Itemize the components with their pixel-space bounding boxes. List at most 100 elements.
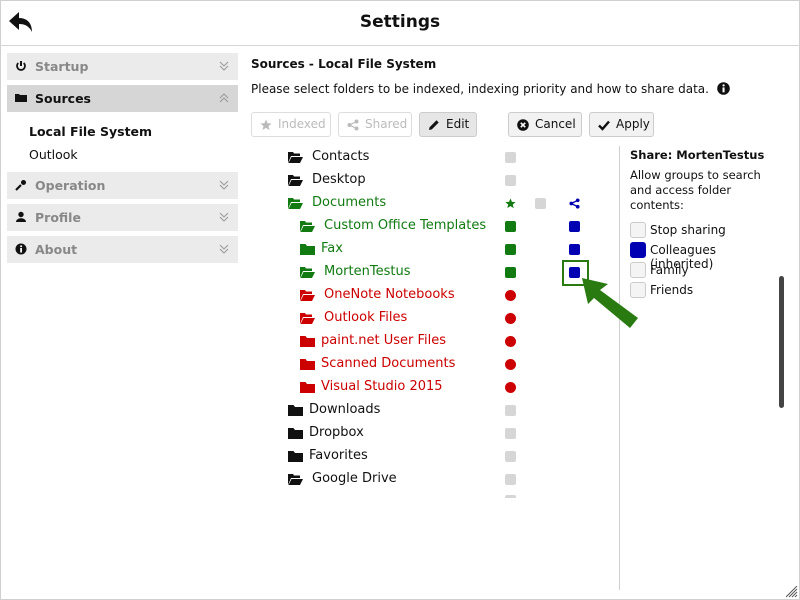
index-toggle[interactable] <box>505 152 516 163</box>
index-toggle[interactable] <box>505 221 516 232</box>
sidebar-item-label: Sources <box>35 91 91 106</box>
share-panel: Share: MortenTestus Allow groups to sear… <box>630 148 780 301</box>
folder-name[interactable]: Custom Office Templates <box>324 218 486 233</box>
folder-name[interactable]: Visual Studio 2015 <box>321 379 443 394</box>
share-options: Stop sharing Colleagues (inherited) Fami… <box>630 221 780 301</box>
folder-icon <box>300 244 315 255</box>
star-icon[interactable] <box>505 198 516 209</box>
folder-row[interactable]: Favorites <box>280 445 610 468</box>
share-toggle[interactable] <box>569 244 580 255</box>
index-toggle[interactable] <box>505 313 516 324</box>
folder-open-icon <box>300 221 315 232</box>
share-option-friends[interactable]: Friends <box>630 281 780 301</box>
folder-name[interactable]: MortenTestus <box>324 264 410 279</box>
folder-row[interactable]: Scanned Documents <box>280 353 610 376</box>
index-toggle[interactable] <box>505 495 516 498</box>
folder-row[interactable]: Documents <box>280 192 610 215</box>
share-option-family[interactable]: Family <box>630 261 780 281</box>
index-toggle[interactable] <box>505 336 516 347</box>
star-icon <box>260 119 272 130</box>
chevron-double-up-icon <box>219 93 229 103</box>
scrollbar-thumb[interactable] <box>779 276 784 408</box>
folder-name[interactable]: Dropbox <box>309 425 364 440</box>
folder-icon <box>15 94 27 102</box>
index-toggle[interactable] <box>505 244 516 255</box>
folder-name[interactable]: paint.net User Files <box>321 333 446 348</box>
folder-name[interactable]: Downloads <box>309 402 380 417</box>
index-toggle[interactable] <box>505 267 516 278</box>
folder-name[interactable]: Scanned Documents <box>321 356 455 371</box>
index-toggle[interactable] <box>505 474 516 485</box>
description-text: Please select folders to be indexed, ind… <box>251 82 709 96</box>
cancel-circle-icon <box>517 119 529 131</box>
folder-name[interactable]: Contacts <box>312 149 369 164</box>
cancel-button[interactable]: Cancel <box>508 112 582 137</box>
index-toggle[interactable] <box>505 359 516 370</box>
folder-row[interactable]: Google Drive <box>280 468 610 491</box>
folder-row[interactable]: Outlook Files <box>280 307 610 330</box>
folder-name[interactable]: Fax <box>321 241 343 256</box>
folder-open-icon <box>288 198 303 209</box>
sidebar-item-startup[interactable]: Startup <box>7 53 238 80</box>
sidebar-item-about[interactable]: About <box>7 236 238 263</box>
cancel-label: Cancel <box>535 117 576 131</box>
folder-row[interactable]: Custom Office Templates <box>280 215 610 238</box>
share-icon[interactable] <box>569 198 580 209</box>
section-description: Please select folders to be indexed, ind… <box>251 82 730 96</box>
sidebar-subitem-outlook[interactable]: Outlook <box>29 143 238 166</box>
folder-row[interactable]: Fax <box>280 238 610 261</box>
checkbox[interactable] <box>630 222 646 238</box>
folder-name[interactable]: Favorites <box>309 448 368 463</box>
folder-row[interactable]: Contacts <box>280 146 610 169</box>
chevron-double-down-icon <box>219 180 229 190</box>
index-toggle[interactable] <box>505 405 516 416</box>
edit-label: Edit <box>446 117 470 131</box>
folder-open-icon <box>300 313 315 324</box>
checkbox[interactable] <box>630 242 646 258</box>
folder-row[interactable]: paint.net User Files <box>280 330 610 353</box>
resize-grip-icon[interactable] <box>786 586 798 598</box>
index-toggle[interactable] <box>505 451 516 462</box>
sidebar-item-profile[interactable]: Profile <box>7 204 238 231</box>
folder-open-icon <box>300 267 315 278</box>
power-icon <box>16 61 26 71</box>
index-toggle[interactable] <box>505 382 516 393</box>
folder-name[interactable]: Documents <box>312 195 386 210</box>
sidebar-item-label: Operation <box>35 178 106 193</box>
index-toggle[interactable] <box>505 290 516 301</box>
folder-row[interactable]: Visual Studio 2015 <box>280 376 610 399</box>
share-panel-description: Allow groups to search and access folder… <box>630 168 761 212</box>
sidebar: Startup Sources Local File System Outloo… <box>7 53 238 268</box>
folder-row[interactable]: MortenTestus <box>280 261 610 284</box>
folder-row[interactable]: OneNote Notebooks <box>280 284 610 307</box>
folder-icon <box>288 405 303 416</box>
apply-button[interactable]: Apply <box>589 112 654 137</box>
folder-name[interactable]: Google Drive <box>312 471 397 486</box>
folder-name[interactable]: OneNote Notebooks <box>324 287 455 302</box>
folder-row[interactable]: Dropbox <box>280 422 610 445</box>
folder-icon <box>300 336 315 347</box>
share-icon <box>347 119 359 131</box>
chevron-double-down-icon <box>219 212 229 222</box>
sidebar-item-sources[interactable]: Sources <box>7 85 238 112</box>
sidebar-item-operation[interactable]: Operation <box>7 172 238 199</box>
option-label: Friends <box>650 283 694 297</box>
folder-name[interactable]: Desktop <box>312 172 366 187</box>
option-label: Stop sharing <box>650 223 726 237</box>
sidebar-subitem-local-file-system[interactable]: Local File System <box>29 120 238 143</box>
index-toggle[interactable] <box>505 428 516 439</box>
page-title: Settings <box>359 12 441 32</box>
priority-toggle[interactable] <box>535 198 546 209</box>
folder-row[interactable]: Downloads <box>280 399 610 422</box>
share-option-stop-sharing[interactable]: Stop sharing <box>630 221 780 241</box>
share-toggle[interactable] <box>569 221 580 232</box>
shared-button[interactable]: Shared <box>338 112 412 137</box>
indexed-button[interactable]: Indexed <box>251 112 331 137</box>
folder-name[interactable]: Outlook Files <box>324 310 407 325</box>
info-icon[interactable] <box>717 82 730 95</box>
edit-button[interactable]: Edit <box>419 112 477 137</box>
section-title: Sources - Local File System <box>251 57 437 71</box>
share-option-colleagues[interactable]: Colleagues (inherited) <box>630 241 780 271</box>
folder-row[interactable]: Desktop <box>280 169 610 192</box>
index-toggle[interactable] <box>505 175 516 186</box>
